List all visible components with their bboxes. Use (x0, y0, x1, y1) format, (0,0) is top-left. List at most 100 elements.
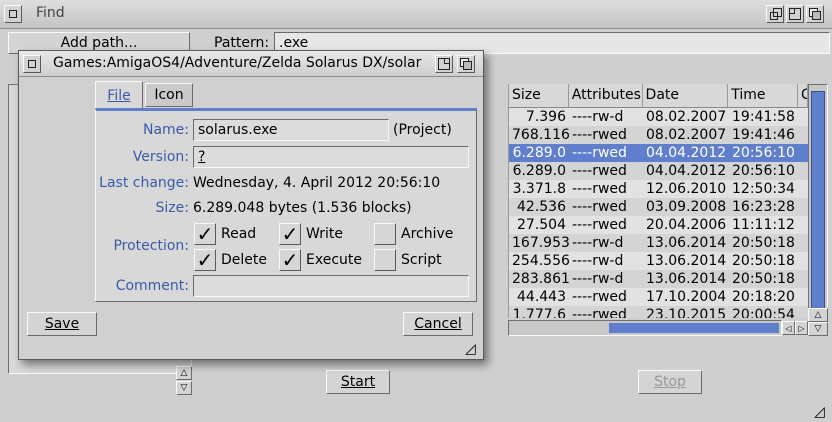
delete-checkbox[interactable]: ✓ (194, 249, 216, 271)
execute-checkbox[interactable]: ✓ (279, 249, 301, 271)
file-attributes-cell: ----rw-d (572, 109, 624, 125)
script-checkbox[interactable] (374, 249, 396, 271)
file-list-rows: 7.396 ----rw-d 08.02.2007 19:41:58 768.116 --… (509, 108, 808, 318)
file-attributes-cell: ----rwed (572, 199, 627, 215)
dialog-titlebar[interactable]: Games:AmigaOS4/Adventure/Zelda Solarus D… (19, 51, 483, 77)
hscroll-thumb[interactable] (609, 323, 779, 333)
file-row[interactable]: 167.953 ----rw-d 13.06.2014 20:50:18 (509, 234, 808, 252)
dialog-title: Games:AmigaOS4/Adventure/Zelda Solarus D… (53, 55, 422, 71)
file-time-cell: 19:41:46 (732, 127, 795, 143)
file-size-cell: 6.289.0 (512, 163, 566, 179)
file-size-cell: 44.443 (517, 289, 566, 305)
comment-label: Comment: (115, 278, 189, 294)
file-row[interactable]: 27.504 ----rwed 20.04.2006 11:11:12 (509, 216, 808, 234)
resize-icon[interactable]: ◿ (814, 404, 830, 420)
save-button[interactable]: Save (27, 312, 97, 336)
file-time-cell: 20:50:18 (732, 235, 795, 251)
write-label: Write (306, 226, 343, 242)
read-checkbox[interactable]: ✓ (194, 223, 216, 245)
file-time-cell: 20:50:18 (732, 253, 795, 269)
file-time-cell: 19:41:58 (732, 109, 795, 125)
file-attributes-cell: ----rwed (572, 289, 627, 305)
execute-label: Execute (306, 252, 362, 268)
file-size-cell: 3.371.8 (512, 181, 566, 197)
file-list-hscrollbar[interactable] (508, 320, 782, 336)
column-size[interactable]: Size (509, 84, 569, 107)
file-list[interactable]: Size Attributes Date Time C 7.396 ----rw-… (508, 84, 808, 318)
file-info-dialog: Games:AmigaOS4/Adventure/Zelda Solarus D… (18, 50, 484, 360)
file-date-cell: 03.09.2008 (646, 199, 727, 215)
file-row[interactable]: 6.289.0 ----rwed 04.04.2012 20:56:10 (509, 162, 808, 180)
start-button[interactable]: Start (326, 370, 390, 394)
file-row[interactable]: 768.116 ----rwed 08.02.2007 19:41:46 (509, 126, 808, 144)
name-label: Name: (142, 122, 189, 138)
depth-icon[interactable] (806, 5, 824, 23)
dialog-resize-icon[interactable]: ◿ (465, 341, 481, 357)
list-scroll-up-icon[interactable]: △ (808, 308, 828, 322)
file-date-cell: 17.10.2004 (646, 289, 727, 305)
column-date[interactable]: Date (643, 84, 729, 107)
file-attributes-cell: ----rwed (572, 217, 627, 233)
column-attributes[interactable]: Attributes (569, 84, 643, 107)
path-scroll-down-icon[interactable]: ▽ (176, 381, 192, 395)
last-change-label: Last change: (99, 175, 189, 191)
file-time-cell: 20:56:10 (732, 145, 795, 161)
delete-label: Delete (221, 252, 267, 268)
column-time[interactable]: Time (728, 84, 799, 107)
file-time-cell: 11:11:12 (732, 217, 795, 233)
file-date-cell: 08.02.2007 (646, 109, 727, 125)
file-row[interactable]: 3.371.8 ----rwed 12.06.2010 12:50:34 (509, 180, 808, 198)
file-list-vscrollbar[interactable] (808, 84, 828, 318)
file-date-cell: 13.06.2014 (646, 235, 727, 251)
vscroll-thumb[interactable] (811, 91, 825, 313)
file-attributes-cell: ----rwed (572, 127, 627, 143)
file-time-cell: 16:23:28 (732, 199, 795, 215)
file-row[interactable]: 283.861 ----rw-d 13.06.2014 20:50:18 (509, 270, 808, 288)
check-icon: ✓ (281, 222, 299, 246)
file-row[interactable]: 254.556 ----rw-d 13.06.2014 20:50:18 (509, 252, 808, 270)
dialog-zoom-icon[interactable] (435, 55, 453, 73)
find-window-titlebar[interactable]: Find (0, 0, 832, 29)
file-date-cell: 23.10.2015 (646, 307, 727, 318)
file-size-cell: 1.777.6 (512, 307, 566, 318)
file-row[interactable]: 1.777.6 ----rwed 23.10.2015 20:00:54 (509, 306, 808, 318)
stop-button: Stop (638, 370, 702, 394)
list-scroll-down-icon[interactable]: ▽ (808, 322, 828, 336)
write-checkbox[interactable]: ✓ (279, 223, 301, 245)
file-date-cell: 08.02.2007 (646, 127, 727, 143)
archive-checkbox[interactable] (374, 223, 396, 245)
file-date-cell: 20.04.2006 (646, 217, 727, 233)
file-attributes-cell: ----rw-d (572, 271, 624, 287)
file-row[interactable]: 44.443 ----rwed 17.10.2004 20:18:20 (509, 288, 808, 306)
file-size-cell: 6.289.0 (512, 145, 566, 161)
size-value: 6.289.048 bytes (1.536 blocks) (193, 200, 412, 216)
dialog-depth-icon[interactable] (457, 55, 475, 73)
close-window-icon[interactable] (4, 5, 22, 23)
name-type: (Project) (393, 122, 452, 138)
tab-file[interactable]: File (95, 81, 143, 109)
path-scroll-up-icon[interactable]: △ (176, 366, 192, 380)
file-attributes-cell: ----rwed (572, 145, 627, 161)
dialog-close-icon[interactable] (23, 55, 41, 73)
file-row[interactable]: 42.536 ----rwed 03.09.2008 16:23:28 (509, 198, 808, 216)
scroll-left-icon[interactable]: ◁ (782, 321, 795, 335)
cancel-button[interactable]: Cancel (403, 312, 473, 336)
file-row[interactable]: 6.289.0 ----rwed 04.04.2012 20:56:10 (509, 144, 808, 162)
file-row[interactable]: 7.396 ----rw-d 08.02.2007 19:41:58 (509, 108, 808, 126)
check-icon: ✓ (196, 248, 214, 272)
version-label: Version: (132, 149, 189, 165)
zoom-icon[interactable] (786, 5, 804, 23)
iconify-icon[interactable] (766, 5, 784, 23)
scroll-right-icon[interactable]: ▷ (795, 321, 808, 335)
size-label: Size: (155, 200, 189, 216)
version-input[interactable]: ? (193, 146, 469, 168)
name-input[interactable]: solarus.exe (193, 119, 389, 141)
protection-label: Protection: (113, 238, 189, 254)
tab-icon[interactable]: Icon (145, 83, 193, 107)
file-size-cell: 42.536 (517, 199, 566, 215)
comment-input[interactable] (193, 275, 469, 297)
file-attributes-cell: ----rwed (572, 307, 627, 318)
column-comment[interactable]: C (798, 84, 808, 107)
file-size-cell: 7.396 (525, 109, 566, 125)
file-attributes-cell: ----rwed (572, 163, 627, 179)
